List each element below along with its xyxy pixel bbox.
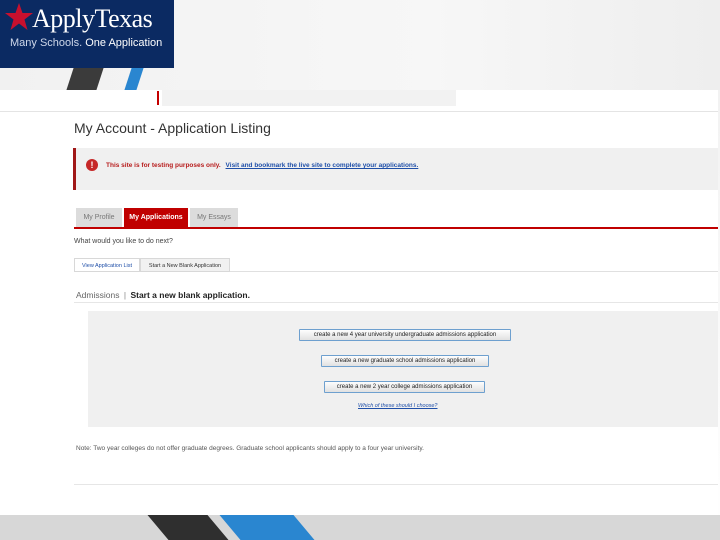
section-crumb: Admissions — [76, 290, 120, 300]
page-title: My Account - Application Listing — [74, 120, 271, 136]
alert-message: This site is for testing purposes only. … — [106, 162, 418, 169]
logo-brand-text: ApplyTexas — [32, 4, 153, 33]
testing-alert: ! This site is for testing purposes only… — [73, 148, 718, 190]
applytexas-logo: ApplyTexas Many Schools. One Application — [0, 0, 174, 68]
create-2-year-college-application-button[interactable]: create a new 2 year college admissions a… — [324, 381, 485, 393]
tab-my-essays[interactable]: My Essays — [190, 208, 238, 228]
new-application-panel: create a new 4 year university undergrad… — [88, 311, 718, 427]
header-strip — [162, 90, 456, 106]
application-listing-screenshot: My Account - Application Listing ! This … — [0, 90, 718, 515]
create-4-year-university-application-button[interactable]: create a new 4 year university undergrad… — [299, 329, 511, 341]
section-divider — [74, 302, 718, 303]
which-to-choose-link[interactable]: Which of these should I choose? — [358, 403, 438, 409]
note-divider — [74, 484, 718, 485]
header-divider — [157, 91, 159, 105]
logo-tagline-left: Many Schools. — [10, 37, 83, 49]
site-header-bar — [0, 90, 718, 112]
star-icon — [5, 3, 33, 30]
create-graduate-school-application-button[interactable]: create a new graduate school admissions … — [321, 355, 489, 367]
tab-my-applications[interactable]: My Applications — [124, 208, 188, 228]
subtab-view-application-list[interactable]: View Application List — [74, 258, 140, 272]
tabs-underline — [74, 227, 718, 229]
alert-icon: ! — [86, 159, 98, 171]
logo-tagline-right: One Application — [85, 37, 163, 49]
degree-note: Note: Two year colleges do not offer gra… — [76, 445, 424, 452]
section-separator: | — [123, 290, 127, 300]
tab-my-profile[interactable]: My Profile — [76, 208, 122, 228]
section-title: Start a new blank application. — [130, 290, 250, 300]
slide-bottom-band — [0, 515, 720, 540]
application-subtabs: View Application List Start a New Blank … — [74, 258, 718, 272]
logo-tagline: Many Schools. One Application — [10, 37, 162, 49]
subtab-start-new-application[interactable]: Start a New Blank Application — [140, 258, 230, 272]
section-heading: Admissions | Start a new blank applicati… — [76, 290, 250, 300]
alert-text: This site is for testing purposes only. — [106, 162, 221, 169]
live-site-link[interactable]: Visit and bookmark the live site to comp… — [226, 162, 419, 169]
next-step-question: What would you like to do next? — [74, 238, 173, 245]
